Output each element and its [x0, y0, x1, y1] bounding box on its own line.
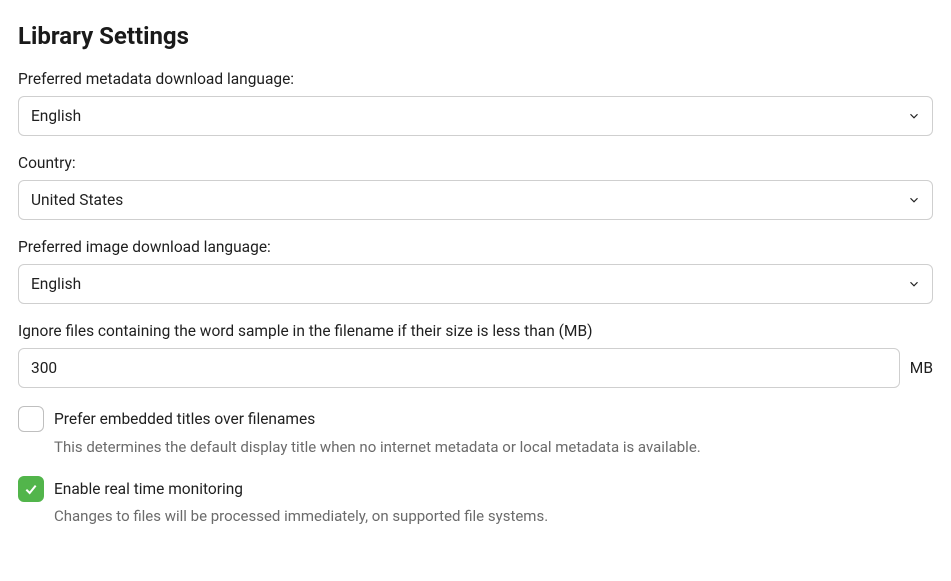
ignore-sample-unit: MB [910, 359, 933, 377]
metadata-language-select[interactable]: English [18, 96, 933, 136]
metadata-language-label: Preferred metadata download language: [18, 70, 933, 88]
country-select-wrapper: United States [18, 180, 933, 220]
prefer-embedded-group: Prefer embedded titles over filenames Th… [18, 406, 933, 458]
country-group: Country: United States [18, 154, 933, 220]
country-select[interactable]: United States [18, 180, 933, 220]
image-language-select[interactable]: English [18, 264, 933, 304]
ignore-sample-input[interactable] [18, 348, 900, 388]
page-title: Library Settings [18, 22, 933, 50]
realtime-monitoring-checkbox[interactable] [18, 476, 44, 502]
prefer-embedded-description: This determines the default display titl… [54, 437, 701, 458]
ignore-sample-label: Ignore files containing the word sample … [18, 322, 933, 340]
metadata-language-select-wrapper: English [18, 96, 933, 136]
country-label: Country: [18, 154, 933, 172]
prefer-embedded-label: Prefer embedded titles over filenames [54, 409, 701, 431]
realtime-monitoring-label: Enable real time monitoring [54, 479, 548, 501]
ignore-sample-group: Ignore files containing the word sample … [18, 322, 933, 388]
prefer-embedded-text: Prefer embedded titles over filenames Th… [54, 406, 701, 458]
image-language-group: Preferred image download language: Engli… [18, 238, 933, 304]
image-language-label: Preferred image download language: [18, 238, 933, 256]
prefer-embedded-checkbox[interactable] [18, 406, 44, 432]
realtime-monitoring-group: Enable real time monitoring Changes to f… [18, 476, 933, 528]
realtime-monitoring-text: Enable real time monitoring Changes to f… [54, 476, 548, 528]
image-language-select-wrapper: English [18, 264, 933, 304]
ignore-sample-input-row: MB [18, 348, 933, 388]
realtime-monitoring-description: Changes to files will be processed immed… [54, 506, 548, 527]
metadata-language-group: Preferred metadata download language: En… [18, 70, 933, 136]
